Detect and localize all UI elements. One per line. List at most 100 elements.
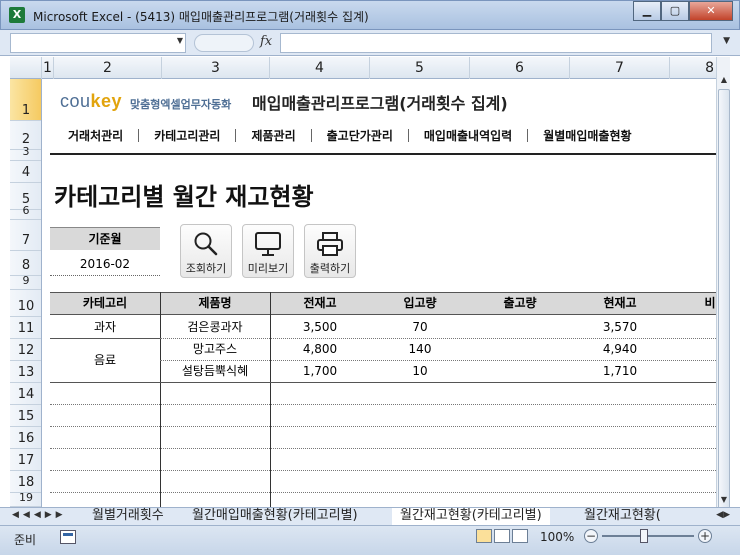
row-divider: [50, 470, 716, 471]
search-button[interactable]: 조회하기: [180, 224, 232, 278]
row-header[interactable]: 12: [10, 339, 41, 361]
menu-divider: [310, 128, 312, 142]
cell-current-stock[interactable]: 1,710: [570, 361, 670, 381]
row-header[interactable]: 19: [10, 491, 41, 507]
row-header[interactable]: 8: [10, 251, 41, 276]
logo-prefix: cou: [60, 91, 91, 111]
menu-underline: [50, 153, 716, 155]
row-header[interactable]: 16: [10, 427, 41, 449]
column-header[interactable]: 2: [54, 57, 162, 79]
row-header[interactable]: 10: [10, 290, 41, 317]
row-header[interactable]: 3: [10, 145, 41, 161]
logo-suffix: key: [90, 91, 123, 111]
name-box[interactable]: ▼: [10, 33, 186, 53]
cell-stock-in[interactable]: 70: [370, 317, 470, 337]
cell-stock-out[interactable]: [470, 317, 570, 337]
cell-stock-in[interactable]: 140: [370, 339, 470, 359]
formula-input[interactable]: [280, 33, 712, 53]
scroll-up-icon[interactable]: ▲: [717, 73, 731, 87]
cell-prev-stock[interactable]: 4,800: [270, 339, 370, 359]
row-header[interactable]: 13: [10, 361, 41, 383]
normal-view-button[interactable]: [476, 529, 492, 543]
expand-formula-icon[interactable]: ▼: [723, 36, 730, 46]
column-header[interactable]: 5: [370, 57, 470, 79]
preview-button[interactable]: 미리보기: [242, 224, 294, 278]
cell-category[interactable]: 과자: [50, 317, 160, 337]
column-header[interactable]: 3: [162, 57, 270, 79]
status-bar: 준비 100% − +: [0, 525, 740, 555]
row-divider: [50, 492, 716, 493]
row-header[interactable]: 11: [10, 317, 41, 339]
print-button-label: 출력하기: [309, 262, 351, 275]
coukey-logo: coukey: [60, 91, 122, 112]
menu-divider: [407, 128, 409, 142]
vertical-scroll-thumb[interactable]: [718, 89, 730, 525]
menu-item-monthly-status[interactable]: 월별매입매출현황: [543, 127, 631, 144]
logo-tagline: 맞춤형엑셀업무자동화: [130, 98, 232, 111]
tab-scroll-icon[interactable]: ◀▶: [716, 510, 730, 520]
cell-prev-stock[interactable]: 1,700: [270, 361, 370, 381]
sheet-tab[interactable]: 월별거래횟수: [84, 508, 172, 525]
sheet-tab[interactable]: 월간재고현황(: [576, 508, 669, 525]
menu-item-customers[interactable]: 거래처관리: [68, 127, 123, 144]
formula-cancel-enter[interactable]: [194, 34, 254, 52]
fx-icon[interactable]: fx: [260, 34, 272, 49]
header-current-stock: 현재고: [603, 296, 637, 310]
maximize-button[interactable]: ▢: [661, 1, 689, 21]
column-header[interactable]: 6: [470, 57, 570, 79]
row-header[interactable]: 9: [10, 274, 41, 290]
menu-item-unit-price[interactable]: 출고단가관리: [327, 127, 393, 144]
inventory-table-header: 카테고리 제품명 전재고 입고량 출고량 현재고 비: [50, 292, 716, 315]
macro-record-icon[interactable]: [60, 530, 76, 544]
menu-divider: [235, 128, 237, 142]
sheet-nav-arrows[interactable]: ◀◀◀▶▶: [12, 510, 67, 520]
row-header[interactable]: 6: [10, 204, 41, 220]
page-layout-button[interactable]: [494, 529, 510, 543]
row-header[interactable]: 1: [10, 79, 41, 121]
cell-stock-out[interactable]: [470, 339, 570, 359]
row-header[interactable]: 15: [10, 405, 41, 427]
column-header[interactable]: 4: [270, 57, 370, 79]
cell-current-stock[interactable]: 3,570: [570, 317, 670, 337]
zoom-in-button[interactable]: +: [698, 529, 712, 543]
cell-product[interactable]: 검은콩과자: [160, 317, 270, 337]
cell-current-stock[interactable]: 4,940: [570, 339, 670, 359]
row-header[interactable]: 18: [10, 471, 41, 493]
zoom-slider-thumb[interactable]: [640, 529, 648, 543]
menu-item-products[interactable]: 제품관리: [251, 127, 295, 144]
scroll-down-icon[interactable]: ▼: [717, 493, 731, 507]
row-header[interactable]: 14: [10, 383, 41, 405]
cell-product[interactable]: 망고주스: [160, 339, 270, 359]
status-ready: 준비: [14, 533, 37, 547]
cell-stock-in[interactable]: 10: [370, 361, 470, 381]
menu-item-transaction-entry[interactable]: 매입매출내역입력: [424, 127, 512, 144]
cell-stock-out[interactable]: [470, 361, 570, 381]
preview-button-label: 미리보기: [247, 262, 289, 275]
cell-category[interactable]: 음료: [50, 350, 160, 370]
cell-prev-stock[interactable]: 3,500: [270, 317, 370, 337]
column-header[interactable]: 8: [670, 57, 716, 79]
row-header[interactable]: 4: [10, 161, 41, 183]
sheet-tab[interactable]: 월간매입매출현황(카테고리별): [184, 508, 366, 525]
close-button[interactable]: ✕: [689, 1, 733, 21]
chevron-down-icon[interactable]: ▼: [177, 36, 183, 45]
program-menu: 거래처관리 카테고리관리 제품관리 출고단가관리 매입매출내역입력 월별매입매출…: [42, 124, 716, 146]
zoom-level[interactable]: 100%: [540, 530, 574, 544]
column-header[interactable]: 7: [570, 57, 670, 79]
page-break-button[interactable]: [512, 529, 528, 543]
select-all-corner[interactable]: [10, 57, 42, 79]
vertical-scrollbar[interactable]: ▲ ▼: [716, 57, 731, 525]
minimize-button[interactable]: ▁: [633, 1, 661, 21]
row-header[interactable]: 17: [10, 449, 41, 471]
print-button[interactable]: 출력하기: [304, 224, 356, 278]
base-month-value[interactable]: 2016-02: [50, 252, 160, 276]
zoom-out-button[interactable]: −: [584, 529, 598, 543]
cell-product[interactable]: 설탕듬뿍식혜: [160, 361, 270, 381]
zoom-slider-track[interactable]: [602, 535, 694, 537]
sheet-tab-active[interactable]: 월간재고현황(카테고리별): [392, 508, 550, 525]
menu-item-categories[interactable]: 카테고리관리: [154, 127, 220, 144]
column-header[interactable]: 1: [42, 57, 54, 79]
excel-app-icon: X: [9, 7, 25, 23]
worksheet[interactable]: coukey 맞춤형엑셀업무자동화 매입매출관리프로그램(거래횟수 집계) 거래…: [42, 79, 716, 507]
row-header[interactable]: 7: [10, 220, 41, 251]
